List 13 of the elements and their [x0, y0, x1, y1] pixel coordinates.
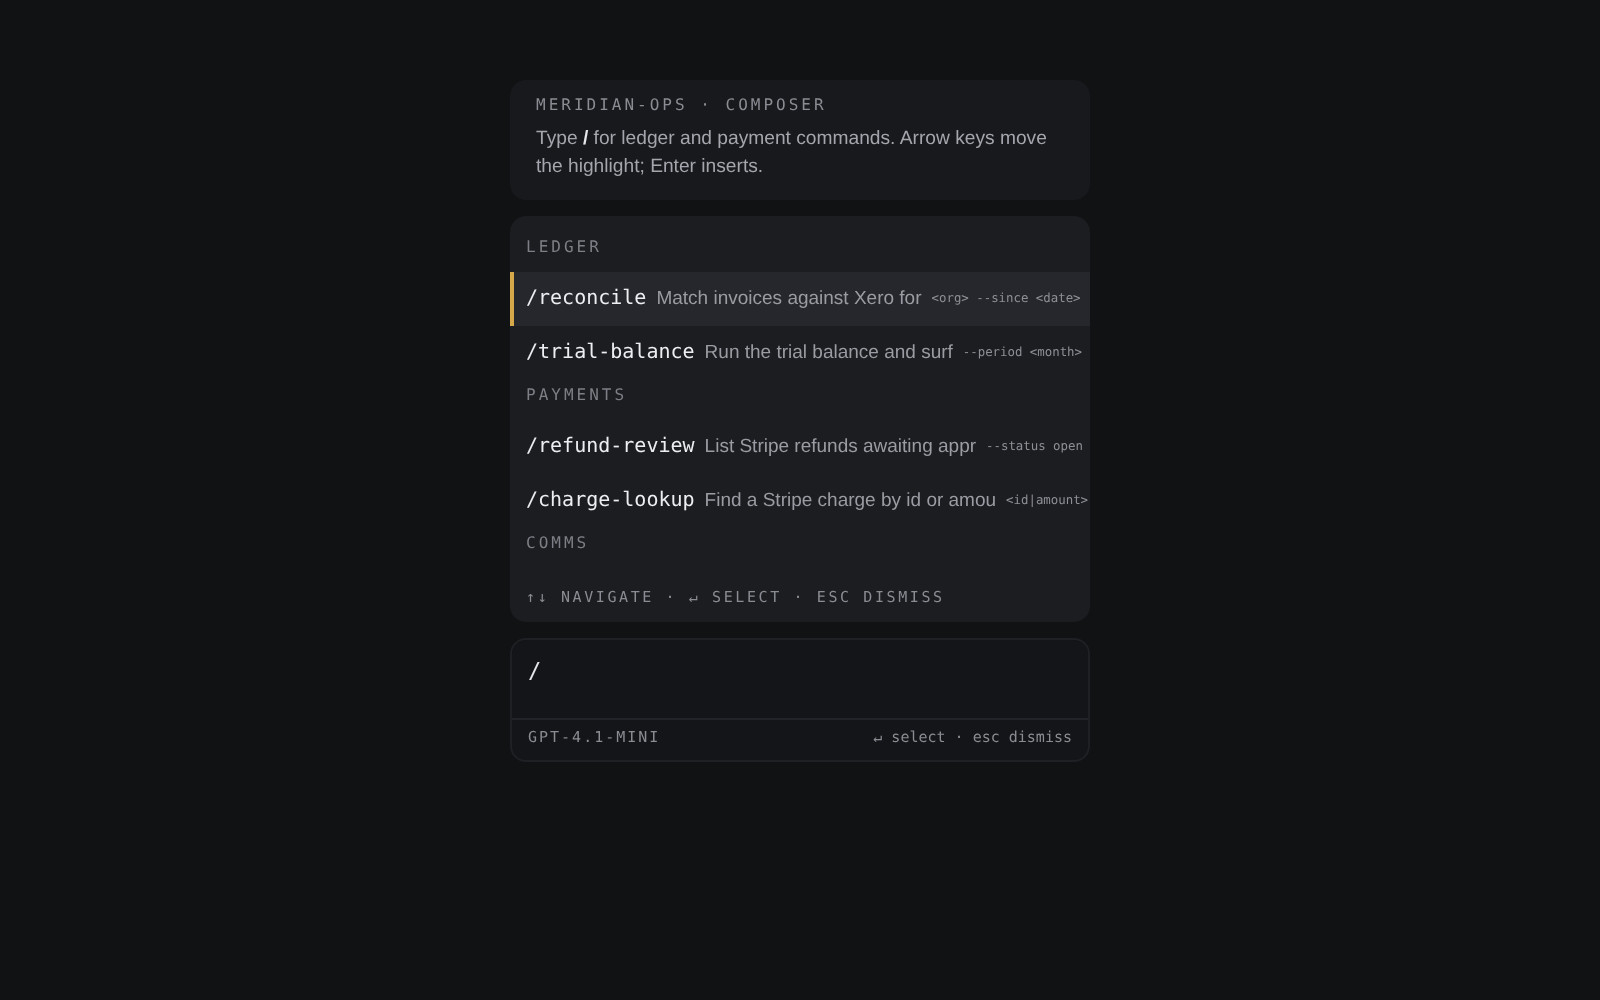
group-heading: PAYMENTS [524, 384, 630, 408]
command-name: /refund-review [526, 436, 695, 458]
command-description: Match invoices against Xero for [656, 288, 922, 310]
app-title: MERIDIAN-OPS · COMPOSER [536, 96, 829, 114]
group-heading: LEDGER [524, 236, 604, 260]
command-name: /charge-lookup [526, 490, 695, 512]
command-description: Find a Stripe charge by id or amou [704, 490, 997, 512]
command-description: List Stripe refunds awaiting appr [704, 436, 977, 458]
command-name: /trial-balance [526, 342, 695, 364]
command-name: /reconcile [526, 288, 647, 310]
group-heading: COMMS [524, 532, 592, 556]
command-description: Run the trial balance and surf [704, 342, 953, 364]
instructions-text: Type / for ledger and payment commands. Arrow keys move the highlight; Enter inserts. [536, 126, 1049, 182]
